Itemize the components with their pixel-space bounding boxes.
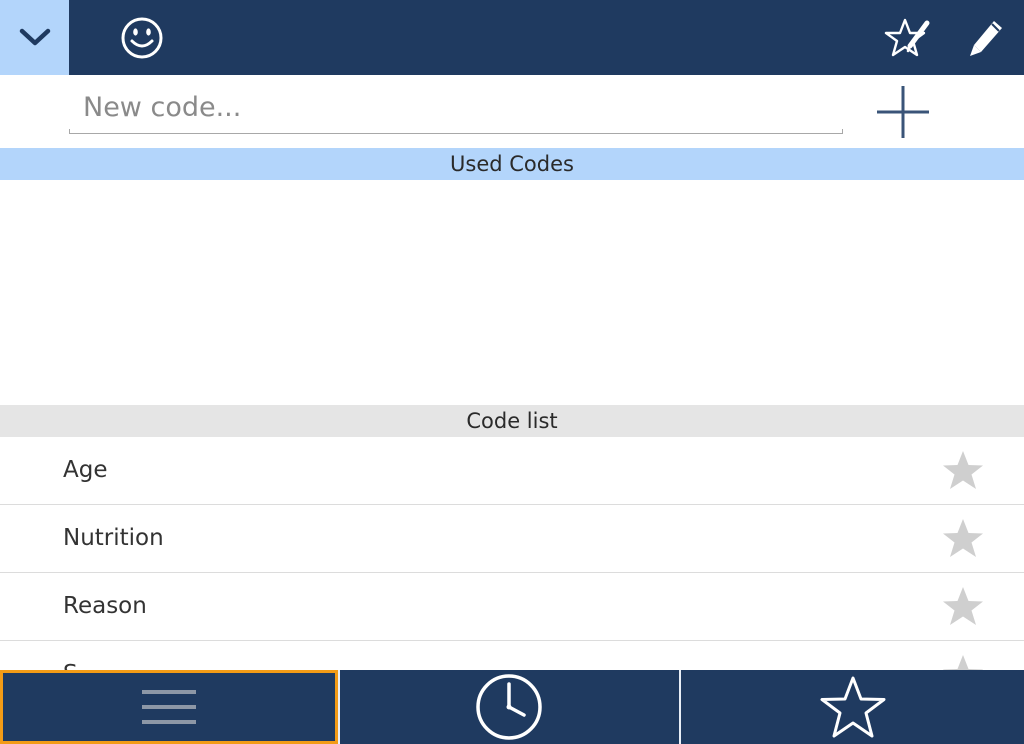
add-code-button[interactable]: [872, 81, 934, 143]
plus-icon: [877, 86, 929, 138]
code-label: Reason: [63, 593, 147, 619]
edit-favorites-button[interactable]: [878, 0, 936, 75]
code-label: S...: [63, 641, 100, 670]
favorite-star-button[interactable]: [940, 585, 986, 629]
tab-recent[interactable]: [339, 670, 679, 744]
code-row-reason[interactable]: Reason: [0, 573, 1024, 641]
code-label: Age: [63, 457, 108, 483]
menu-icon: [142, 690, 196, 724]
star-icon: [943, 587, 983, 625]
code-list-title: Code list: [466, 409, 558, 433]
edit-button[interactable]: [955, 0, 1015, 75]
new-code-row: [0, 75, 1024, 147]
tab-divider: [679, 670, 681, 744]
code-row-age[interactable]: Age: [0, 437, 1024, 505]
favorite-star-button[interactable]: [940, 517, 986, 561]
input-underline: [69, 129, 843, 134]
used-codes-title: Used Codes: [450, 152, 574, 176]
chevron-down-icon: [19, 28, 50, 45]
bottom-tab-bar: [0, 670, 1024, 744]
star-edit-icon: [884, 18, 930, 56]
favorite-star-button[interactable]: [940, 449, 986, 493]
star-icon: [943, 655, 983, 670]
code-list: Age Nutrition Reason S...: [0, 437, 1024, 670]
tab-favorites[interactable]: [682, 670, 1024, 744]
clock-icon: [476, 674, 542, 740]
smiley-button[interactable]: [112, 0, 172, 75]
used-codes-header: Used Codes: [0, 148, 1024, 180]
code-list-header: Code list: [0, 405, 1024, 437]
pencil-icon: [970, 20, 1002, 56]
smiley-icon: [121, 17, 163, 58]
top-toolbar: [0, 0, 1024, 75]
used-codes-list: [0, 180, 1024, 405]
code-row-partial[interactable]: S...: [0, 641, 1024, 670]
tab-code-list[interactable]: [0, 670, 338, 744]
collapse-button[interactable]: [0, 0, 69, 75]
new-code-input[interactable]: [70, 87, 842, 127]
favorite-star-button[interactable]: [940, 653, 986, 670]
star-outline-icon: [820, 676, 886, 738]
star-icon: [943, 451, 983, 489]
star-icon: [943, 519, 983, 557]
code-row-nutrition[interactable]: Nutrition: [0, 505, 1024, 573]
code-label: Nutrition: [63, 525, 164, 551]
